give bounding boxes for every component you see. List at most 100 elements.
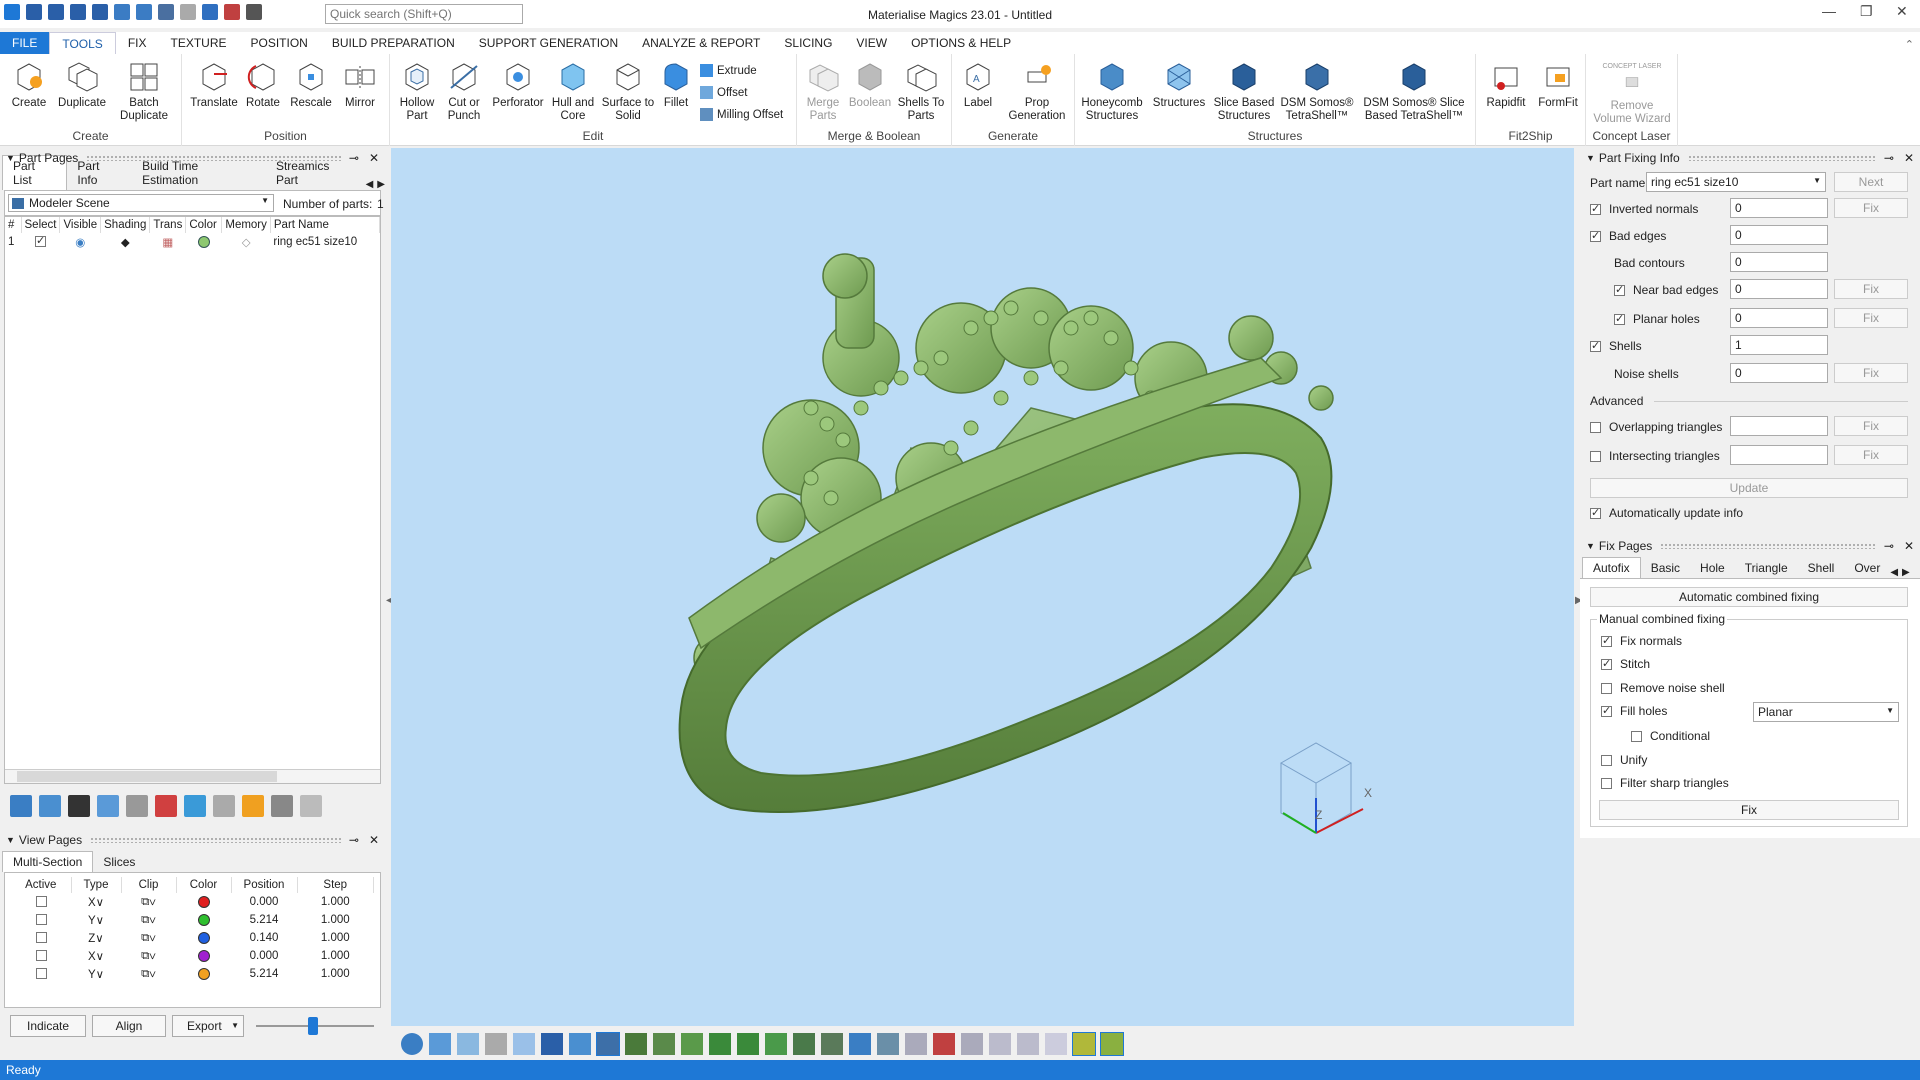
auto-update-checkbox[interactable] <box>1590 506 1601 519</box>
zoom-part-icon[interactable] <box>457 1033 479 1055</box>
overlapping-triangles-checkbox[interactable] <box>1590 421 1601 433</box>
measure-icon[interactable] <box>849 1033 871 1055</box>
table-row[interactable]: Z∨ ⧉∨ 0.140 1.000 <box>11 929 374 947</box>
fix-button[interactable]: Fix <box>1599 800 1899 820</box>
select-plane-icon[interactable] <box>709 1033 731 1055</box>
translate-button[interactable]: Translate <box>190 60 238 110</box>
group-parts-icon[interactable] <box>184 795 206 817</box>
position-value[interactable]: 0.000 <box>231 947 297 965</box>
tab-hole[interactable]: Hole <box>1690 558 1735 578</box>
dsm-slice-tetrashell-button[interactable]: DSM Somos® Slice Based TetraShell™ <box>1359 60 1469 123</box>
merge-parts-button[interactable]: Merge Parts <box>801 60 845 123</box>
step-value[interactable]: 1.000 <box>297 893 374 911</box>
perspective-icon[interactable] <box>569 1033 591 1055</box>
near-bad-edges-row[interactable]: Near bad edges <box>1614 283 1718 297</box>
shells-row[interactable]: Shells <box>1590 339 1642 353</box>
active-checkbox[interactable] <box>35 932 47 944</box>
type-select[interactable]: X∨ <box>71 947 121 965</box>
3d-viewport[interactable]: X Z <box>391 148 1574 1026</box>
menu-texture[interactable]: TEXTURE <box>158 32 238 54</box>
section-color-swatch[interactable] <box>197 967 210 980</box>
update-button[interactable]: Update <box>1590 478 1908 498</box>
shells-to-parts-button[interactable]: Shells To Parts <box>895 60 947 123</box>
remove-volume-wizard-button[interactable]: CONCEPT LASER Remove Volume Wizard <box>1590 60 1674 126</box>
unload-part-icon[interactable] <box>97 795 119 817</box>
panel-close-icon[interactable]: ✕ <box>1904 539 1914 553</box>
tab-triangle[interactable]: Triangle <box>1735 558 1798 578</box>
brush-select-icon[interactable] <box>765 1033 787 1055</box>
honeycomb-structures-button[interactable]: Honeycomb Structures <box>1079 60 1145 123</box>
section-color-swatch[interactable] <box>197 895 210 908</box>
rapidfit-button[interactable]: Rapidfit <box>1480 60 1532 110</box>
inverted-normals-row[interactable]: Inverted normals <box>1590 202 1698 216</box>
collapse-arrow-icon[interactable]: ▼ <box>1586 541 1595 551</box>
panel-grip[interactable] <box>90 837 341 843</box>
indicate-button[interactable]: Indicate <box>10 1015 86 1037</box>
panel-grip[interactable] <box>1687 155 1876 161</box>
step-value[interactable]: 1.000 <box>297 965 374 983</box>
boolean-button[interactable]: Boolean <box>847 60 893 110</box>
stitch-row[interactable]: Stitch <box>1601 657 1650 671</box>
part-label-icon[interactable] <box>242 795 264 817</box>
lasso-select-icon[interactable] <box>737 1033 759 1055</box>
active-checkbox[interactable] <box>35 914 47 926</box>
hull-and-core-button[interactable]: Hull and Core <box>548 60 598 123</box>
part-name-cell[interactable]: ring ec51 size10 <box>270 233 379 251</box>
clip-icon[interactable]: ⧉∨ <box>121 947 176 965</box>
pin-icon[interactable]: ⊸ <box>1884 539 1894 553</box>
prop-generation-button[interactable]: Prop Generation <box>1004 60 1070 123</box>
position-value[interactable]: 0.000 <box>231 893 297 911</box>
auto-update-row[interactable]: Automatically update info <box>1590 506 1743 520</box>
tab-slices[interactable]: Slices <box>93 852 145 872</box>
intersecting-triangles-checkbox[interactable] <box>1590 450 1601 462</box>
pin-icon[interactable]: ⊸ <box>349 833 359 847</box>
zoom-icon[interactable] <box>401 1033 423 1055</box>
fix-normals-row[interactable]: Fix normals <box>1601 634 1682 648</box>
col-shading[interactable]: Shading <box>100 217 151 233</box>
horizontal-scrollbar[interactable] <box>5 769 380 783</box>
duplicate-button[interactable]: Duplicate <box>54 60 110 110</box>
panel-grip[interactable] <box>1660 543 1876 549</box>
position-value[interactable]: 5.214 <box>231 911 297 929</box>
fillet-button[interactable]: Fillet <box>658 60 694 110</box>
clip-icon[interactable]: ⧉∨ <box>121 911 176 929</box>
inverted-normals-checkbox[interactable] <box>1590 202 1601 215</box>
slider-thumb[interactable] <box>308 1017 318 1035</box>
export-icon[interactable] <box>136 4 152 20</box>
clip-icon[interactable]: ⧉∨ <box>121 893 176 911</box>
fix-noise-shells-button[interactable]: Fix <box>1834 363 1908 383</box>
perforator-button[interactable]: Perforator <box>490 60 546 110</box>
triangle-mark-icon[interactable] <box>877 1033 899 1055</box>
view-orientation-icon[interactable] <box>541 1033 563 1055</box>
dsm-tetrashell-button[interactable]: DSM Somos® TetraShell™ <box>1279 60 1355 123</box>
conditional-checkbox[interactable] <box>1631 730 1642 742</box>
restore-icon[interactable]: ❐ <box>1860 3 1873 20</box>
bad-edges-checkbox[interactable] <box>1590 229 1601 242</box>
overlapping-triangles-row[interactable]: Overlapping triangles <box>1590 420 1722 434</box>
panel-close-icon[interactable]: ✕ <box>369 151 379 165</box>
remove-noise-shell-row[interactable]: Remove noise shell <box>1601 681 1725 695</box>
settings-icon[interactable] <box>246 4 262 20</box>
transparency-icon[interactable]: ▦ <box>150 233 186 251</box>
tab-scroll-right-icon[interactable]: ▶ <box>377 179 385 190</box>
menu-slicing[interactable]: SLICING <box>772 32 844 54</box>
fix-inverted-normals-button[interactable]: Fix <box>1834 198 1908 218</box>
menu-tools[interactable]: TOOLS <box>49 32 116 54</box>
pen-select-icon[interactable] <box>793 1033 815 1055</box>
conditional-row[interactable]: Conditional <box>1631 729 1710 743</box>
milling-offset-button[interactable]: Milling Offset <box>700 108 783 121</box>
pin-icon[interactable]: ⊸ <box>349 151 359 165</box>
menu-build-preparation[interactable]: BUILD PREPARATION <box>320 32 467 54</box>
step-value[interactable]: 1.000 <box>297 947 374 965</box>
triangle-display-icon[interactable] <box>1100 1032 1124 1056</box>
part-name-select[interactable]: ring ec51 size10 ▼ <box>1646 172 1826 192</box>
close-icon[interactable]: ✕ <box>1896 3 1908 20</box>
stitch-checkbox[interactable] <box>1601 657 1612 670</box>
close-scene-icon[interactable] <box>224 4 240 20</box>
scene-icon[interactable] <box>202 4 218 20</box>
create-button[interactable]: Create <box>8 60 50 110</box>
tab-autofix[interactable]: Autofix <box>1582 557 1641 578</box>
save-icon[interactable] <box>70 4 86 20</box>
filter-sharp-triangles-row[interactable]: Filter sharp triangles <box>1601 776 1729 790</box>
tab-basic[interactable]: Basic <box>1641 558 1690 578</box>
